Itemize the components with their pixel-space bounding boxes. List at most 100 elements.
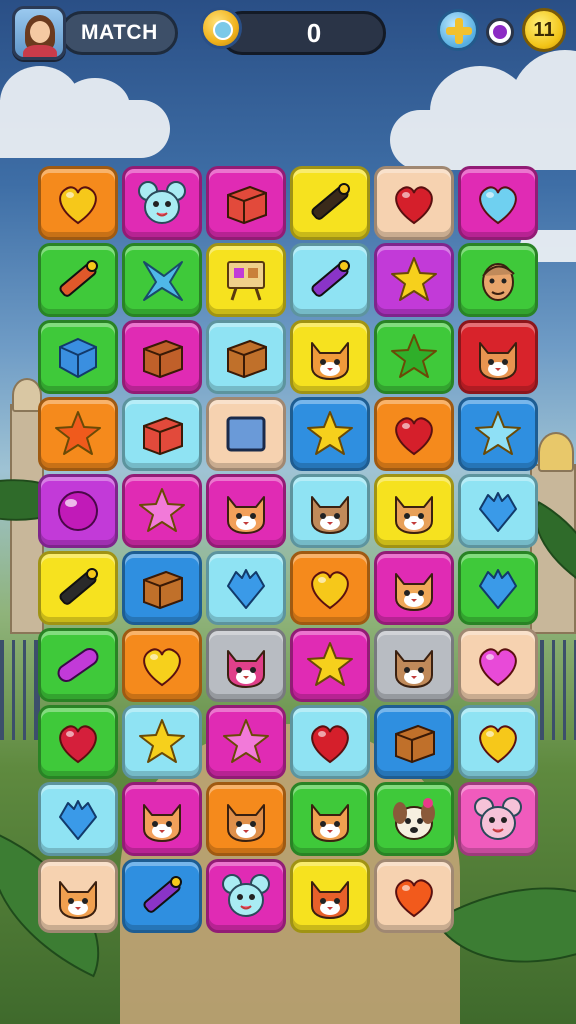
plus-icon[interactable] [437,9,479,51]
mode-label[interactable]: MATCH [60,11,178,55]
tile-star4[interactable] [122,243,202,317]
tile-heart[interactable] [374,166,454,240]
tile-star[interactable] [458,397,538,471]
tile-square[interactable] [206,397,286,471]
box-icon [227,339,267,379]
cat-icon [395,496,433,534]
marker-icon [143,876,182,913]
pill-icon [57,647,99,683]
tile-cat[interactable] [290,320,370,394]
cube-icon [59,337,97,379]
player-avatar[interactable] [12,6,66,60]
tile-star[interactable] [374,243,454,317]
tile-box[interactable] [206,166,286,240]
diamond-icon [479,492,517,532]
box-icon [395,724,435,764]
cat-icon [227,804,265,842]
heart-icon [479,725,517,764]
tile-box[interactable] [122,397,202,471]
marker-icon [311,183,350,220]
board-icon [227,261,265,301]
tile-board[interactable] [206,243,286,317]
tile-heart[interactable] [290,705,370,779]
tile-mouse[interactable] [206,859,286,933]
tile-cat[interactable] [374,474,454,548]
box-icon [143,570,183,610]
tile-diamond[interactable] [458,474,538,548]
star-icon [307,411,353,455]
star-icon [391,334,437,378]
tile-cat[interactable] [206,474,286,548]
score-counter: 0 [220,11,386,55]
tile-cat[interactable] [374,551,454,625]
tile-heart[interactable] [374,859,454,933]
tile-marker[interactable] [122,859,202,933]
tile-cat[interactable] [458,320,538,394]
tile-cat[interactable] [122,782,202,856]
cloud [390,50,576,170]
cat-icon [143,804,181,842]
tile-box[interactable] [122,551,202,625]
star4-icon [143,261,183,301]
tile-diamond[interactable] [206,551,286,625]
tile-heart[interactable] [122,628,202,702]
tile-box[interactable] [122,320,202,394]
cat-icon [395,573,433,611]
tile-cat[interactable] [290,474,370,548]
tile-heart[interactable] [458,705,538,779]
tile-diamond[interactable] [38,782,118,856]
box-icon [227,185,267,225]
diamond-icon [59,800,97,840]
tile-cat[interactable] [290,859,370,933]
diamond-icon [227,569,265,609]
tile-mouse[interactable] [122,166,202,240]
tile-cat[interactable] [290,782,370,856]
tile-cat[interactable] [374,628,454,702]
tile-heart[interactable] [458,628,538,702]
tile-heart[interactable] [374,397,454,471]
tile-star[interactable] [206,705,286,779]
tile-face[interactable] [458,243,538,317]
heart-icon [479,648,517,687]
marker-icon [311,260,350,297]
tile-marker[interactable] [38,243,118,317]
tile-heart[interactable] [290,551,370,625]
tile-heart[interactable] [458,166,538,240]
dot-icon[interactable] [486,18,514,46]
tile-dog[interactable] [374,782,454,856]
tile-marker[interactable] [38,551,118,625]
tile-star[interactable] [290,397,370,471]
tile-cube[interactable] [38,320,118,394]
cat-icon [311,881,349,919]
tile-star[interactable] [122,705,202,779]
tile-diamond[interactable] [458,551,538,625]
tile-heart[interactable] [38,705,118,779]
tile-ball[interactable] [38,474,118,548]
cat-icon [227,650,265,688]
tile-mouse[interactable] [458,782,538,856]
tile-box[interactable] [374,705,454,779]
marker-icon [59,260,98,297]
star-icon [139,719,185,763]
tile-pill[interactable] [38,628,118,702]
tile-box[interactable] [206,320,286,394]
face-icon [482,263,515,301]
fence [0,640,40,740]
tile-star[interactable] [38,397,118,471]
tile-star[interactable] [122,474,202,548]
sun-badge-icon [200,7,242,49]
tile-marker[interactable] [290,243,370,317]
star-icon [391,257,437,301]
heart-icon [143,648,181,687]
tile-cat[interactable] [206,628,286,702]
tile-cat[interactable] [206,782,286,856]
square-icon [226,416,266,452]
tile-heart[interactable] [38,166,118,240]
cat-icon [311,496,349,534]
coin-counter[interactable]: 11 [522,8,566,52]
avatar-body [23,45,57,57]
tile-star[interactable] [290,628,370,702]
tile-star[interactable] [374,320,454,394]
tile-marker[interactable] [290,166,370,240]
tile-cat[interactable] [38,859,118,933]
